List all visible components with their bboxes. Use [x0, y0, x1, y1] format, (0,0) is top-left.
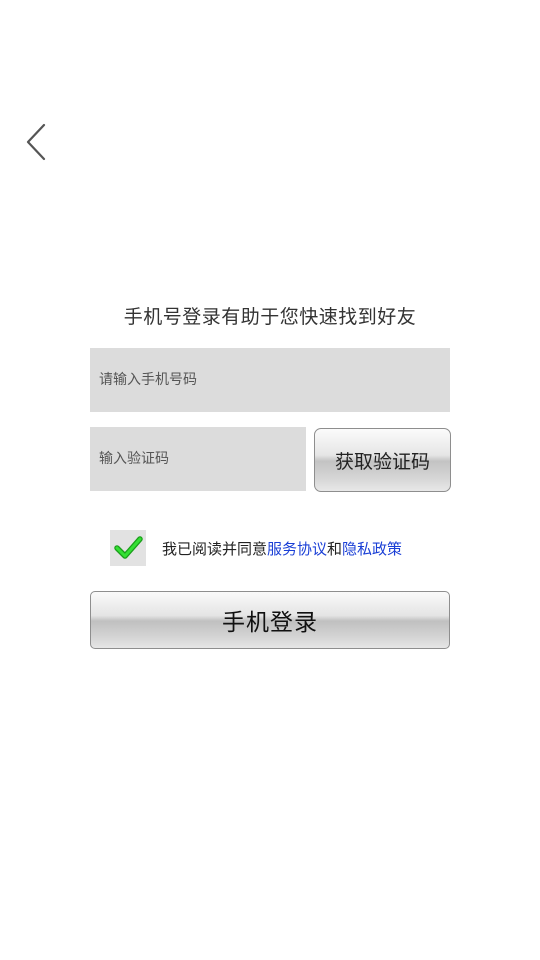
phone-login-screen: 手机号登录有助于您快速找到好友 获取验证码 我已阅读并同意服务协议和隐私政策 手…: [0, 0, 540, 960]
get-verification-code-button[interactable]: 获取验证码: [314, 428, 451, 492]
back-button[interactable]: [18, 120, 54, 164]
get-verification-code-label: 获取验证码: [334, 450, 430, 473]
chevron-left-icon: [26, 123, 46, 161]
phone-number-field[interactable]: [90, 348, 450, 412]
phone-login-label: 手机登录: [222, 610, 318, 636]
agreement-joiner: 和: [327, 539, 343, 558]
agreement-checkbox[interactable]: [110, 530, 146, 566]
checkmark-icon: [114, 536, 143, 559]
agreement-row: 我已阅读并同意服务协议和隐私政策: [110, 530, 402, 566]
service-agreement-link[interactable]: 服务协议: [267, 540, 327, 558]
verification-code-input[interactable]: [90, 427, 306, 491]
agreement-text: 我已阅读并同意服务协议和隐私政策: [162, 538, 402, 559]
phone-login-button[interactable]: 手机登录: [90, 591, 450, 649]
agreement-prefix: 我已阅读并同意: [162, 539, 268, 558]
login-subtitle: 手机号登录有助于您快速找到好友: [123, 306, 417, 328]
phone-number-input[interactable]: [90, 348, 450, 412]
privacy-policy-link[interactable]: 隐私政策: [342, 540, 402, 558]
verification-code-field[interactable]: [90, 427, 306, 491]
